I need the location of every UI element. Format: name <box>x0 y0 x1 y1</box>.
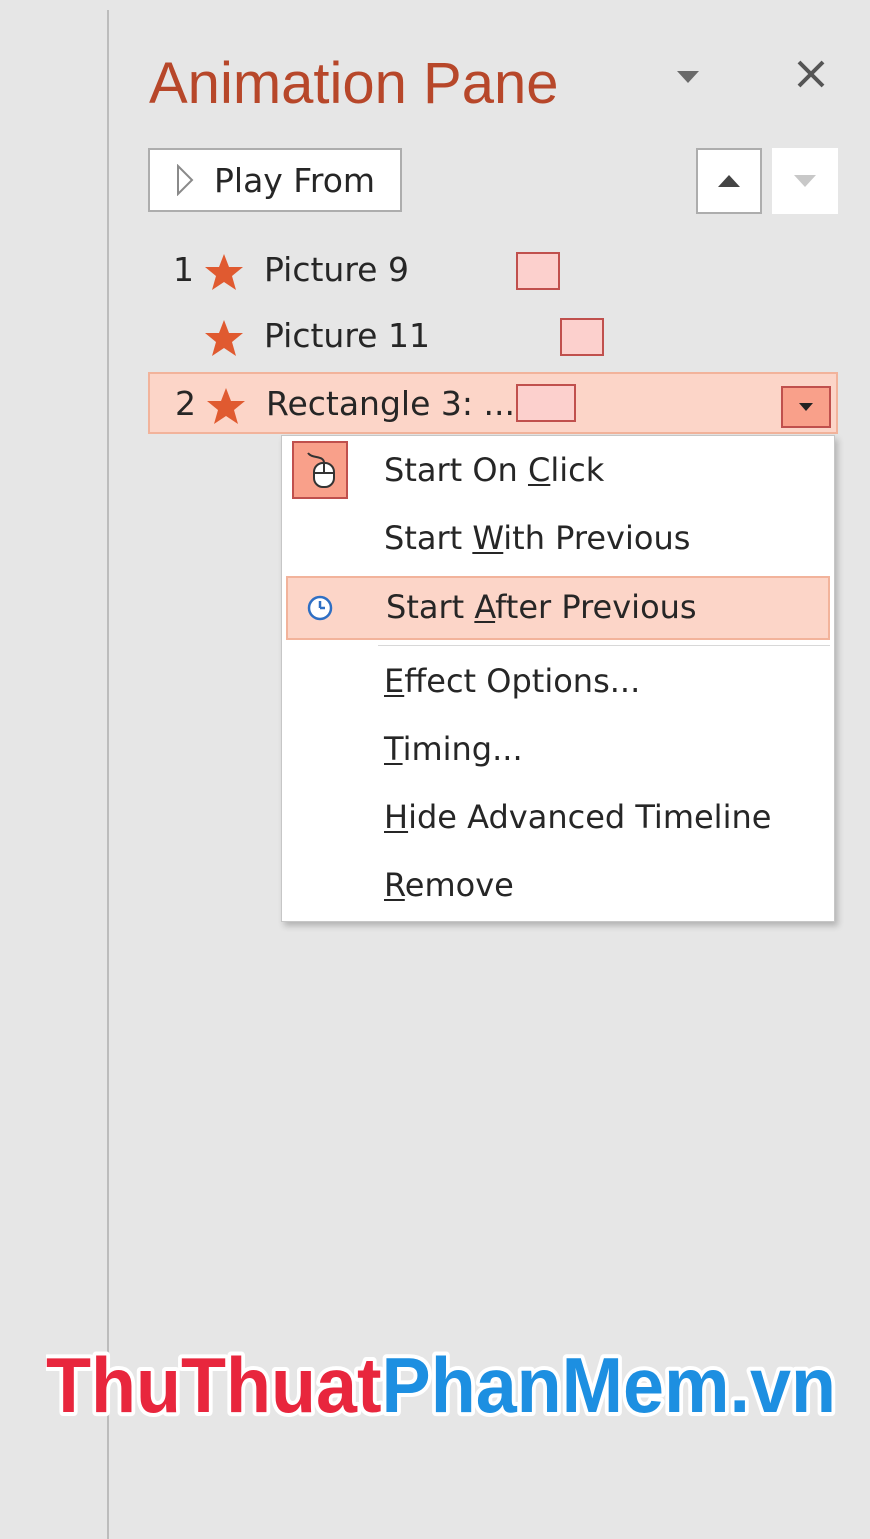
menu-item-start-with-previous[interactable]: Start With Previous <box>282 507 834 571</box>
menu-item-label: Timing... <box>384 730 523 768</box>
caret-down-icon <box>794 175 816 187</box>
animation-name: Picture 11 <box>264 316 430 355</box>
pane-title: Animation Pane <box>149 51 559 116</box>
timeline-bar[interactable] <box>516 252 560 290</box>
menu-item-effect-options[interactable]: Effect Options... <box>282 650 834 714</box>
menu-item-label: Effect Options... <box>384 662 641 700</box>
timeline-bar[interactable] <box>560 318 604 356</box>
mouse-icon <box>292 441 348 499</box>
menu-item-hide-advanced-timeline[interactable]: Hide Advanced Timeline <box>282 786 834 850</box>
menu-item-label: Remove <box>384 866 514 904</box>
clock-icon <box>300 588 340 628</box>
menu-item-remove[interactable]: Remove <box>282 854 834 918</box>
animation-name: Picture 9 <box>264 250 409 289</box>
watermark-part1: ThuThuat <box>46 1341 382 1429</box>
animation-item-picture-11[interactable]: Picture 11 <box>148 306 838 368</box>
play-from-button[interactable]: Play From <box>148 148 402 212</box>
caret-up-icon <box>718 175 740 187</box>
menu-item-label: Start On Click <box>384 451 605 489</box>
menu-item-label: Start After Previous <box>386 588 697 626</box>
slide-area <box>0 0 107 1539</box>
entrance-star-icon <box>205 320 243 356</box>
menu-item-start-on-click[interactable]: Start On Click <box>282 439 834 503</box>
animation-item-dropdown-button[interactable] <box>781 386 831 428</box>
play-from-label: Play From <box>214 160 376 200</box>
menu-item-timing[interactable]: Timing... <box>282 718 834 782</box>
entrance-star-icon <box>205 254 243 290</box>
menu-separator <box>378 645 830 646</box>
menu-item-label: Hide Advanced Timeline <box>384 798 772 836</box>
animation-name: Rectangle 3: ... <box>266 384 515 423</box>
animation-item-picture-9[interactable]: 1 Picture 9 <box>148 240 838 302</box>
animation-context-menu: Start On Click Start With Previous Start… <box>281 435 835 922</box>
watermark-part2: PhanMem.vn <box>382 1341 836 1429</box>
menu-item-start-after-previous[interactable]: Start After Previous <box>286 576 830 640</box>
pane-options-button[interactable] <box>671 60 705 94</box>
caret-down-icon <box>799 403 813 411</box>
close-pane-button[interactable] <box>789 52 833 96</box>
move-earlier-button[interactable] <box>696 148 762 214</box>
animation-item-rectangle-3[interactable]: 2 Rectangle 3: ... <box>148 372 838 434</box>
caret-down-icon <box>677 71 699 83</box>
close-icon <box>797 60 825 88</box>
watermark-logo: ThuThuatPhanMem.vn <box>46 1340 840 1430</box>
svg-text:ThuThuatPhanMem.vn: ThuThuatPhanMem.vn <box>46 1341 836 1429</box>
timeline-bar[interactable] <box>516 384 576 422</box>
animation-pane: Animation Pane Play From 1 Picture 9 Pic… <box>109 0 870 1539</box>
move-later-button[interactable] <box>772 148 838 214</box>
entrance-star-icon <box>207 388 245 424</box>
play-icon <box>160 150 210 210</box>
menu-item-label: Start With Previous <box>384 519 691 557</box>
animation-order-number: 2 <box>175 384 196 423</box>
animation-order-number: 1 <box>173 250 194 289</box>
